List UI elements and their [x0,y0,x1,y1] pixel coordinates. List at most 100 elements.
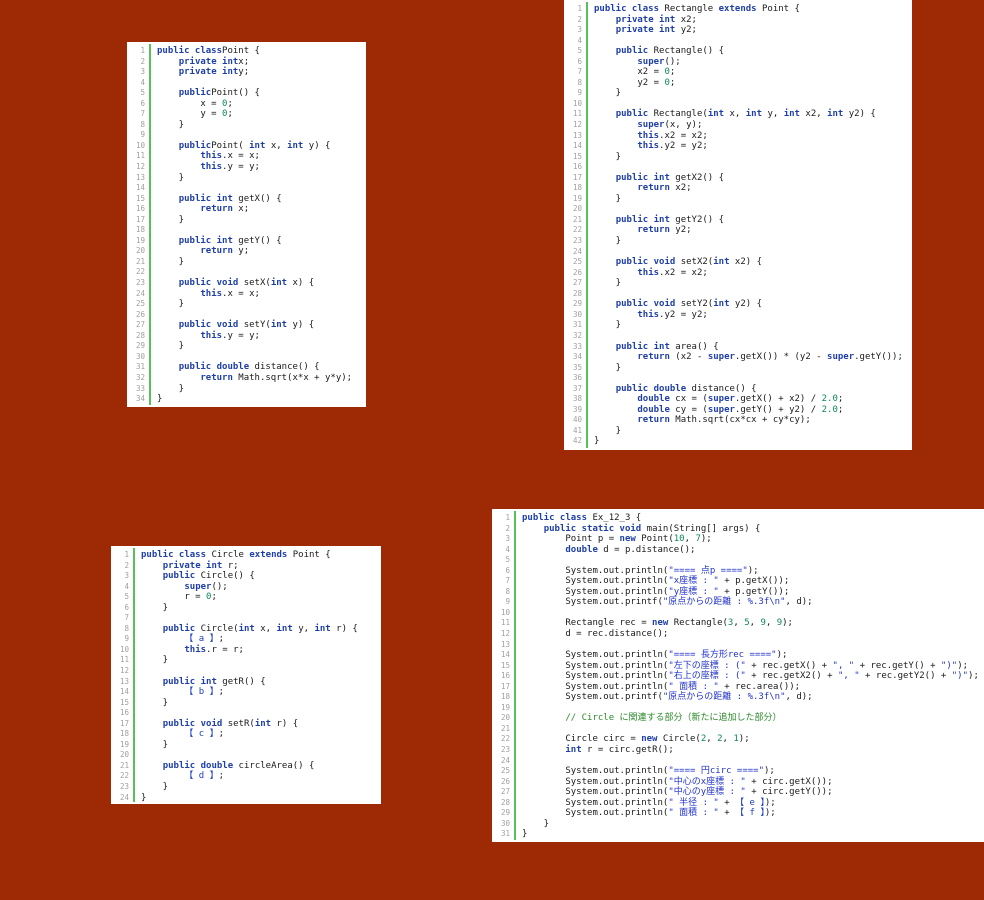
line-number: 20 [572,204,582,214]
code-token: ; [669,67,676,78]
code-text: } [141,698,168,709]
code-line: 5 public Rectangle() { [564,46,912,57]
code-line: 10 [564,99,912,110]
code-text: } [594,320,621,331]
code-token: 10 [673,534,685,545]
code-line: 19 [492,703,984,714]
line-number: 12 [135,162,145,172]
code-token: ")" [951,671,969,682]
code-line: 20 return y; [127,246,366,257]
code-line: 11 this.x = x; [127,151,366,162]
line-number: 14 [572,141,582,151]
code-token: getX() { [232,193,282,204]
code-token: public [615,109,649,120]
code-line: 22 return y2; [564,225,912,236]
code-token: System.out.println( [522,650,669,661]
code-token: y, [292,623,315,634]
line-number: 5 [505,555,510,565]
code-text: } [141,655,168,666]
code-lines: 1 public class Rectangle extends Point {2… [564,4,912,450]
code-token: public void [178,320,239,331]
code-token: setY2( [675,299,714,310]
line-number: 19 [135,235,145,245]
code-line: 4 [564,36,912,47]
code-line: 13 public int getR() { [111,677,381,688]
code-token: y2) { [729,299,763,310]
line-number: 20 [119,750,129,760]
code-line: 23 } [564,236,912,247]
code-token: r = circ.getR(); [581,745,674,756]
code-line: 9 【 a 】; [111,634,381,645]
code-text: public class Rectangle extends Point { [594,4,800,15]
code-text: } [594,88,621,99]
code-token: , [765,618,777,629]
code-token: "右上の座標 : (" [668,671,746,682]
code-line: 7 [111,613,381,624]
code-token: + p.getY()); [718,586,790,597]
line-number: 7 [505,576,510,586]
code-text: } [594,194,621,205]
code-token: Point( [211,140,250,151]
code-line: 5 [492,555,984,566]
code-token: ); [747,565,759,576]
code-text: public int getR() { [141,677,266,688]
code-token: 2.0 [821,404,838,415]
code-token: } [157,256,185,267]
code-text: publicPoint( int x, int y) { [157,140,331,152]
code-text: private int y2; [594,25,697,36]
line-number: 13 [572,130,582,140]
code-line: 15 System.out.println("左下の座標 : (" + rec.… [492,661,984,672]
code-token: (x2 - [669,352,708,363]
code-text: super(x, y); [594,120,702,131]
line-number: 15 [135,193,145,203]
code-token: .x2 = x2; [659,130,708,141]
code-line: 1 public classPoint { [127,46,366,57]
line-number: 6 [505,565,510,575]
code-token: " 半径 : " [668,797,719,808]
code-line: 10 publicPoint( int x, int y) { [127,141,366,152]
line-number: 31 [135,362,145,372]
code-token: this [184,644,207,655]
code-text: System.out.println("左下の座標 : (" + rec.get… [522,661,968,672]
code-line: 15 public int getX() { [127,194,366,205]
code-token: super [184,581,212,592]
code-text: System.out.println("x座標 : " + p.getX()); [522,576,789,587]
code-token: public static void [543,523,642,534]
code-token: this [637,309,660,320]
code-line: 35 } [564,363,912,374]
code-token: int [713,299,730,310]
code-token: public int [615,341,670,352]
line-number: 24 [135,288,145,298]
code-line: 28 System.out.println(" 半径 : " + 【 e 】); [492,798,984,809]
code-line: 23 } [111,782,381,793]
code-panel-main-class: 1 public class Ex_12_3 {2 public static v… [492,509,984,842]
line-number: 4 [140,77,145,87]
code-token: public class [594,4,660,14]
code-text: } [594,278,621,289]
code-text: x = 0; [157,99,233,110]
code-line: 19 } [111,740,381,751]
line-number: 23 [500,745,510,755]
code-token: y2; [669,225,692,236]
code-token: "中心のy座標 : " [668,787,746,798]
code-text: System.out.println("右上の座標 : (" + rec.get… [522,671,979,682]
code-token: System.out.println( [522,787,669,798]
code-text: } [157,257,184,268]
code-token: "原点からの距離 : %.3f\n" [662,692,786,703]
code-token: (); [211,581,228,592]
code-token: int [276,623,293,634]
code-token: public [615,46,649,57]
line-number: 29 [572,299,582,309]
code-token: super [707,404,735,415]
code-token: } [594,436,600,447]
code-line: 39 double cy = (super.getY() + y2) / 2.0… [564,405,912,416]
line-number: 2 [505,523,510,533]
code-line: 42} [564,436,912,447]
code-line: 18 System.out.printf("原点からの距離 : %.3f\n",… [492,692,984,703]
